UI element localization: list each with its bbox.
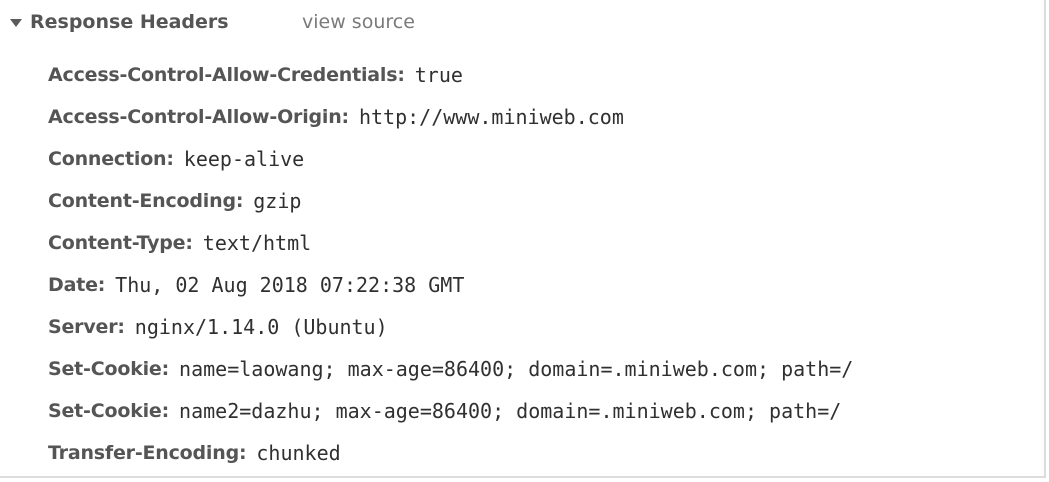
header-row: Set-Cookie: name2=dazhu; max-age=86400; …: [48, 390, 853, 432]
header-value: keep-alive: [183, 147, 305, 171]
headers-list: Access-Control-Allow-Credentials: true A…: [48, 54, 853, 474]
header-value: name=laowang; max-age=86400; domain=.min…: [179, 357, 854, 381]
response-headers-panel: Response Headers view source Access-Cont…: [0, 0, 1046, 478]
view-source-link[interactable]: view source: [302, 8, 415, 36]
header-name: Set-Cookie:: [48, 400, 170, 422]
header-value: Thu, 02 Aug 2018 07:22:38 GMT: [115, 273, 465, 297]
header-row: Date: Thu, 02 Aug 2018 07:22:38 GMT: [48, 264, 853, 306]
header-row: Server: nginx/1.14.0 (Ubuntu): [48, 306, 853, 348]
section-title: Response Headers: [30, 11, 229, 33]
header-name: Date:: [48, 274, 106, 296]
header-name: Set-Cookie:: [48, 358, 170, 380]
header-row: Transfer-Encoding: chunked: [48, 432, 853, 474]
header-value: http://www.miniweb.com: [358, 105, 624, 129]
header-name: Server:: [48, 316, 125, 338]
header-name: Content-Encoding:: [48, 190, 244, 212]
header-row: Access-Control-Allow-Credentials: true: [48, 54, 853, 96]
header-name: Connection:: [48, 148, 174, 170]
header-name: Content-Type:: [48, 232, 193, 254]
header-row: Content-Type: text/html: [48, 222, 853, 264]
header-name: Access-Control-Allow-Origin:: [48, 106, 349, 128]
header-row: Content-Encoding: gzip: [48, 180, 853, 222]
header-name: Access-Control-Allow-Credentials:: [48, 64, 405, 86]
header-row: Access-Control-Allow-Origin: http://www.…: [48, 96, 853, 138]
triangle-down-icon[interactable]: [10, 19, 22, 27]
header-value: nginx/1.14.0 (Ubuntu): [134, 315, 388, 339]
header-row: Set-Cookie: name=laowang; max-age=86400;…: [48, 348, 853, 390]
header-name: Transfer-Encoding:: [48, 442, 247, 464]
header-row: Connection: keep-alive: [48, 138, 853, 180]
header-value: name2=dazhu; max-age=86400; domain=.mini…: [179, 399, 842, 423]
header-value: true: [414, 63, 463, 87]
header-value: text/html: [202, 231, 312, 255]
header-value: chunked: [256, 441, 341, 465]
response-headers-toggle[interactable]: Response Headers: [10, 8, 229, 36]
header-value: gzip: [253, 189, 302, 213]
